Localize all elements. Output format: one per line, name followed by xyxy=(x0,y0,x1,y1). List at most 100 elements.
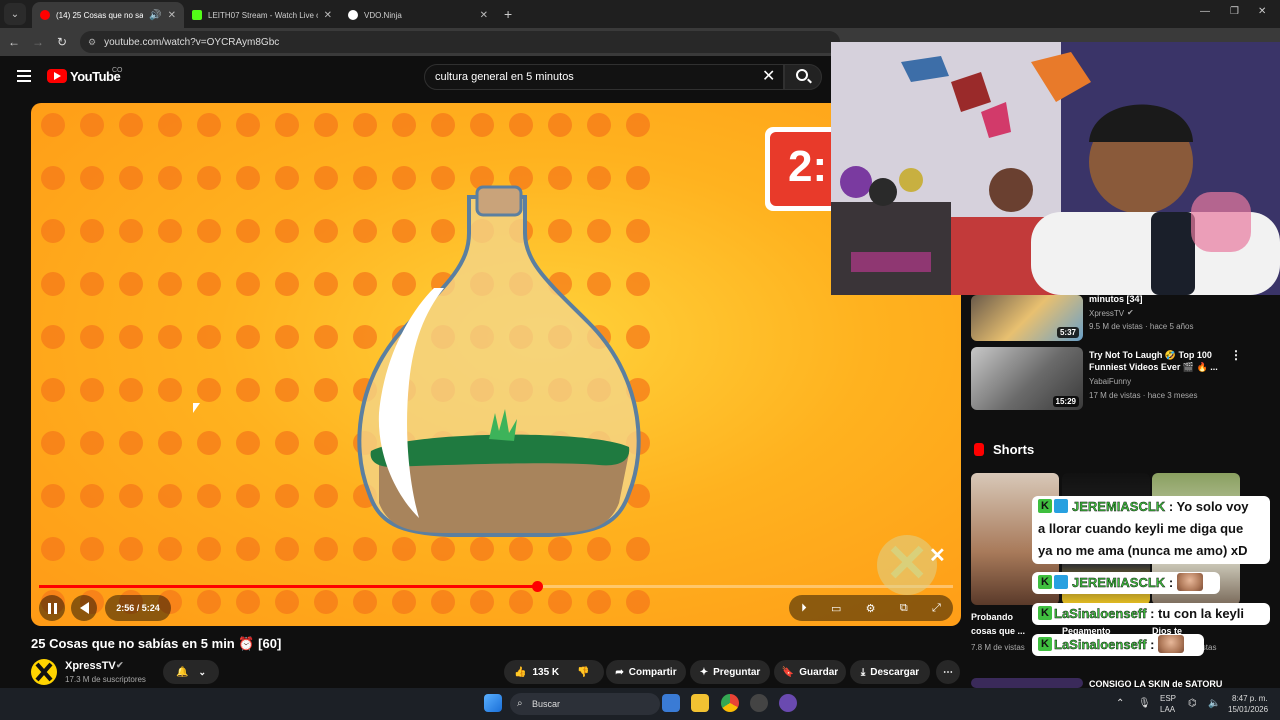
kick-favicon-icon xyxy=(192,10,202,20)
like-button[interactable]: 👍 135 K 👎 xyxy=(504,660,604,684)
pause-button[interactable] xyxy=(39,595,65,621)
background-dot xyxy=(197,378,221,402)
video-channel[interactable]: XpressTV xyxy=(1089,309,1124,318)
tab-youtube[interactable]: (14) 25 Cosas que no sabías 🔊 ✕ xyxy=(32,2,184,28)
tab-vdo-ninja[interactable]: VDO.Ninja ✕ xyxy=(340,2,496,28)
background-dot xyxy=(197,325,221,349)
video-title-line2[interactable]: Funniest Videos Ever 🎬 🔥 ... xyxy=(1089,361,1218,373)
file-explorer-icon[interactable] xyxy=(691,694,709,712)
chat-text: : xyxy=(1150,637,1155,652)
more-actions-button[interactable]: ⋯ xyxy=(936,660,960,684)
video-title[interactable]: Try Not To Laugh 🤣 Top 100 xyxy=(1089,349,1212,361)
tab-kick-stream[interactable]: LEITH07 Stream - Watch Live o ✕ xyxy=(184,2,340,28)
miniplayer-icon[interactable]: ⧉ xyxy=(900,602,908,615)
video-thumbnail[interactable] xyxy=(971,678,1083,688)
video-thumbnail[interactable]: 5:37 xyxy=(971,295,1083,341)
language-indicator[interactable]: ESP xyxy=(1160,694,1176,703)
background-dot xyxy=(587,113,611,137)
volume-button[interactable] xyxy=(71,595,97,621)
video-duration: 5:37 xyxy=(1056,327,1079,338)
like-count: 135 K xyxy=(532,666,560,678)
share-button[interactable]: ➦ Compartir xyxy=(606,660,686,684)
background-dot xyxy=(548,113,572,137)
channel-avatar[interactable] xyxy=(31,659,57,685)
sparkle-icon: ✦ xyxy=(699,666,709,678)
thumbs-down-icon[interactable]: 👎 xyxy=(577,667,589,678)
language-layout: LAA xyxy=(1160,705,1176,714)
minimize-icon[interactable]: — xyxy=(1200,6,1210,17)
download-label: Descargar xyxy=(870,666,920,678)
restore-icon[interactable]: ❐ xyxy=(1230,6,1239,17)
audio-icon[interactable]: 🔊 xyxy=(149,10,161,21)
background-dot xyxy=(509,113,533,137)
close-window-icon[interactable]: ✕ xyxy=(1258,6,1266,17)
background-dot xyxy=(197,431,221,455)
notifications-button[interactable]: 🔔 ⌄ xyxy=(163,660,219,684)
tab-close-icon[interactable]: ✕ xyxy=(480,10,488,21)
tray-chevron-icon[interactable]: ⌃ xyxy=(1116,698,1124,709)
tab-close-icon[interactable]: ✕ xyxy=(168,10,176,21)
clock-time[interactable]: 8:47 p. m. xyxy=(1232,694,1268,703)
background-dot xyxy=(197,272,221,296)
channel-name[interactable]: XpressTV xyxy=(65,660,116,672)
background-dot xyxy=(119,325,143,349)
video-thumbnail[interactable]: 15:29 xyxy=(971,347,1083,410)
forward-icon[interactable]: → xyxy=(26,35,50,49)
obs-icon[interactable] xyxy=(750,694,768,712)
background-dot xyxy=(431,113,455,137)
download-button[interactable]: ⤓ Descargar xyxy=(850,660,930,684)
windows-start-icon[interactable] xyxy=(484,694,502,712)
youtube-logo-icon[interactable] xyxy=(47,69,67,83)
taskbar-search[interactable]: Buscar xyxy=(510,693,660,715)
background-dot xyxy=(275,113,299,137)
search-input[interactable]: cultura general en 5 minutos xyxy=(424,64,784,90)
video-channel[interactable]: YabaiFunny xyxy=(1089,377,1131,386)
address-bar[interactable]: ⚙ youtube.com/watch?v=OYCRAym8Gbc xyxy=(80,31,840,53)
new-tab-button[interactable]: + xyxy=(504,6,512,22)
background-dot xyxy=(197,113,221,137)
fullscreen-icon[interactable]: ⤢ xyxy=(932,602,941,615)
volume-icon xyxy=(79,602,89,614)
background-dot xyxy=(392,590,416,614)
chrome-icon[interactable] xyxy=(721,694,739,712)
site-info-icon[interactable]: ⚙ xyxy=(88,37,96,48)
network-icon[interactable]: ⌬ xyxy=(1188,698,1197,709)
back-icon[interactable]: ← xyxy=(2,35,26,49)
tab-close-icon[interactable]: ✕ xyxy=(324,10,332,21)
app-icon[interactable] xyxy=(779,694,797,712)
subtitles-icon[interactable]: ▭ xyxy=(831,602,841,615)
background-dot xyxy=(158,484,182,508)
clear-search-icon[interactable]: ✕ xyxy=(762,66,775,86)
chevron-down-icon: ⌄ xyxy=(198,666,206,677)
background-dot xyxy=(119,378,143,402)
player-right-controls: ⏵ ▭ ⚙ ⧉ ⤢ xyxy=(789,595,953,621)
search-icon xyxy=(796,69,808,81)
background-dot xyxy=(626,113,650,137)
volume-icon[interactable]: 🔈 xyxy=(1208,698,1220,709)
background-dot xyxy=(275,219,299,243)
background-dot xyxy=(392,113,416,137)
kick-badge-icon xyxy=(1038,633,1052,655)
video-title[interactable]: minutos [34] xyxy=(1089,293,1143,305)
ask-button[interactable]: ✦ Preguntar xyxy=(690,660,770,684)
close-overlay-icon[interactable]: ✕ xyxy=(929,543,946,568)
background-dot xyxy=(80,537,104,561)
short-title[interactable]: Probando xyxy=(971,611,1013,623)
tab-search-button[interactable]: ⌄ xyxy=(4,3,26,25)
background-dot xyxy=(119,484,143,508)
progress-bar[interactable] xyxy=(39,581,953,592)
short-title-line2[interactable]: cosas que ... xyxy=(971,625,1025,637)
save-button[interactable]: 🔖 Guardar xyxy=(774,660,846,684)
video-player[interactable]: 2: 2:56 / 5:24 ⏵ ▭ ⚙ ⧉ ⤢ ✕ ✕ xyxy=(31,103,961,626)
microphone-icon[interactable]: 🎙 xyxy=(1138,698,1151,709)
background-dot xyxy=(80,219,104,243)
store-icon[interactable] xyxy=(662,694,680,712)
more-options-icon[interactable]: ⋮ xyxy=(1230,348,1242,362)
background-dot xyxy=(119,166,143,190)
hamburger-menu-icon[interactable] xyxy=(17,70,31,82)
settings-gear-icon[interactable]: ⚙ xyxy=(866,602,876,615)
background-dot xyxy=(236,378,260,402)
reload-icon[interactable]: ↻ xyxy=(50,35,74,49)
background-dot xyxy=(314,219,338,243)
autoplay-toggle-icon[interactable]: ⏵ xyxy=(801,602,807,615)
